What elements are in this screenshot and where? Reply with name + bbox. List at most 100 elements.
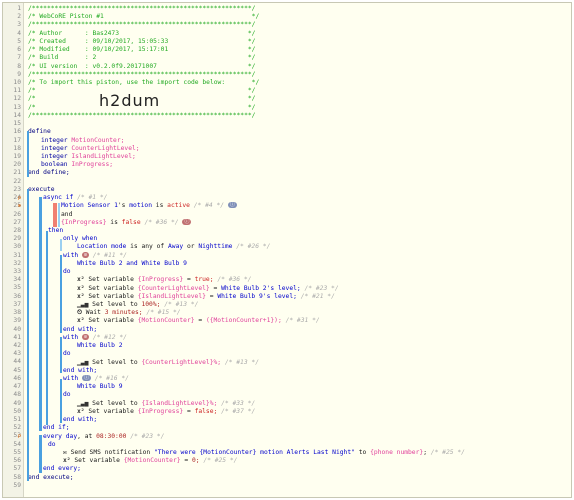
define-variable[interactable]: boolean InProgress; — [41, 161, 567, 169]
line-number: 4 — [17, 29, 21, 37]
line-number: 7 — [17, 54, 21, 62]
do-keyword[interactable]: do — [48, 441, 567, 449]
line-number: 8 — [17, 62, 21, 70]
if-block-bar — [39, 197, 42, 431]
with-block-bar — [60, 337, 62, 373]
do-keyword[interactable]: do — [63, 350, 567, 358]
set-level-island[interactable]: ▁▃▅ Set level to {IslandLightLevel}%; /*… — [77, 400, 567, 408]
line-number: 14 — [13, 111, 21, 119]
line-number: 37 — [13, 300, 21, 308]
header-border: /***************************************… — [28, 21, 256, 29]
line-number: 2 — [17, 13, 21, 21]
line-number: 23 — [13, 185, 21, 193]
line-number: 55 — [13, 448, 21, 456]
import-code[interactable]: h2dum — [99, 91, 160, 110]
line-number: 52 — [13, 424, 21, 432]
message-icon: ✉ — [63, 448, 67, 456]
line-number: 36 — [13, 292, 21, 300]
then-keyword[interactable]: then — [48, 227, 567, 235]
condition-inprogress[interactable]: {InProgress} is false /* #36 */ ⓘ — [61, 218, 567, 227]
variable-x-icon: x² — [77, 284, 85, 292]
piston-code-editor: 1 2 3 4 5 6 7 8 9 10 11 12 13 14 15 16 17 18 19 20 21 22 23 24 2… — [2, 2, 572, 498]
define-variable[interactable]: integer MotionCounter; — [41, 137, 567, 145]
variable-x-icon: x² — [77, 317, 85, 325]
condition-bracket — [58, 203, 60, 227]
line-number-gutter: 1 2 3 4 5 6 7 8 9 10 11 12 13 14 15 16 17 18 19 20 21 22 23 24 2… — [3, 3, 24, 497]
line-number: 43 — [13, 350, 21, 358]
end-with[interactable]: end with; — [63, 367, 567, 375]
end-with[interactable]: end with; — [63, 326, 567, 334]
execute-keyword[interactable]: execute — [28, 186, 567, 194]
with-devices[interactable]: White Bulb 2 and White Bulb 9 — [77, 260, 567, 268]
define-variable[interactable]: integer IslandLightLevel; — [41, 153, 567, 161]
line-number: 40 — [13, 325, 21, 333]
level-bars-icon: ▁▃▅ — [77, 399, 89, 407]
do-keyword[interactable]: do — [63, 391, 567, 399]
line-number: 31 — [13, 251, 21, 259]
location-mode-condition[interactable]: Location mode is any of Away or Nighttim… — [77, 243, 567, 251]
every-statement[interactable]: every day, at 08:30:00 /* #23 */ — [43, 433, 567, 441]
only-when[interactable]: only when — [63, 235, 567, 243]
line-number: 12 — [13, 95, 21, 103]
end-execute[interactable]: end execute; — [28, 474, 567, 482]
header-modified: /* Modified : 09/10/2017, 15:17:01 */ — [28, 46, 256, 54]
line-number: 17 — [13, 136, 21, 144]
level-bars-icon: ▁▃▅ — [77, 358, 89, 366]
set-variable-motioncounter-zero[interactable]: x² Set variable {MotionCounter} = 0; /* … — [63, 457, 567, 465]
then-block-bar — [46, 231, 48, 425]
do-keyword[interactable]: do — [63, 268, 567, 276]
define-variable[interactable]: integer CounterLightLevel; — [41, 145, 567, 153]
variable-x-icon: x² — [63, 457, 71, 465]
with-statement[interactable]: with ⊘ /* #12 */ — [63, 333, 567, 342]
set-variable-motioncounter[interactable]: x² Set variable {MotionCounter} = ({Moti… — [77, 317, 567, 325]
line-number: 39 — [13, 317, 21, 325]
condition-badge[interactable]: ⓘ — [182, 218, 192, 225]
define-keyword[interactable]: define — [28, 128, 567, 136]
header-build: /* Build : 2 */ — [28, 54, 256, 62]
async-marker: ρ — [18, 195, 22, 201]
set-level-counter[interactable]: ▁▃▅ Set level to {CounterLightLevel}%; /… — [77, 359, 567, 367]
with-badge[interactable]: ⊘ — [81, 251, 89, 258]
end-if[interactable]: end if; — [43, 424, 567, 432]
line-number: 44 — [13, 358, 21, 366]
end-every[interactable]: end every; — [43, 465, 567, 473]
line-number: 10 — [13, 78, 21, 86]
end-define[interactable]: end define; — [28, 169, 567, 177]
wait-statement[interactable]: ⏲ Wait 3 minutes; /* #15 */ — [77, 309, 567, 317]
with-badge[interactable]: ⊘ — [81, 333, 89, 340]
with-badge[interactable]: ⓘ — [81, 375, 91, 381]
line-number: 20 — [13, 161, 21, 169]
set-variable-inprogress[interactable]: x² Set variable {InProgress} = true; /* … — [77, 276, 567, 284]
line-number: 35 — [13, 284, 21, 292]
header-author: /* Author : Bas2473 */ — [28, 29, 256, 37]
send-sms-statement[interactable]: ✉ Send SMS notification "There were {Mot… — [63, 449, 567, 457]
line-number: 16 — [13, 128, 21, 136]
condition-motion[interactable]: Motion Sensor 1's motion is active /* #4… — [61, 202, 567, 210]
set-variable-inprogress-false[interactable]: x² Set variable {InProgress} = false; /*… — [77, 408, 567, 416]
with-devices[interactable]: White Bulb 9 — [77, 383, 567, 391]
line-number: 47 — [13, 383, 21, 391]
set-variable-islandlight[interactable]: x² Set variable {IslandLightLevel} = Whi… — [77, 293, 567, 301]
line-number: 3 — [17, 21, 21, 29]
variable-x-icon: x² — [77, 407, 85, 415]
line-number: 59 — [13, 481, 21, 489]
with-block-bar — [60, 255, 62, 333]
line-number: 22 — [13, 177, 21, 185]
set-variable-counterlight[interactable]: x² Set variable {CounterLightLevel} = Wh… — [77, 285, 567, 293]
condition-badge[interactable]: ⓘ — [227, 202, 237, 209]
with-statement[interactable]: with ⊘ /* #11 */ — [63, 251, 567, 260]
header-ui-version: /* UI version : v0.2.0f9.20171007 */ — [28, 62, 256, 70]
line-number: 27 — [13, 218, 21, 226]
header-title: /* WebCoRE Piston #1 */ — [28, 13, 260, 21]
with-block-bar — [60, 379, 62, 423]
line-number: 1 — [17, 5, 21, 12]
set-level-100[interactable]: ▁▃▅ Set level to 100%; /* #13 */ — [77, 301, 567, 309]
line-number: 34 — [13, 276, 21, 284]
condition-state-bar — [53, 203, 57, 227]
only-when-bracket — [60, 239, 62, 251]
line-number: 50 — [13, 407, 21, 415]
with-devices[interactable]: White Bulb 2 — [77, 342, 567, 350]
end-with[interactable]: end with; — [63, 416, 567, 424]
with-statement[interactable]: with ⓘ /* #16 */ — [63, 375, 567, 383]
line-number: 46 — [13, 374, 21, 382]
